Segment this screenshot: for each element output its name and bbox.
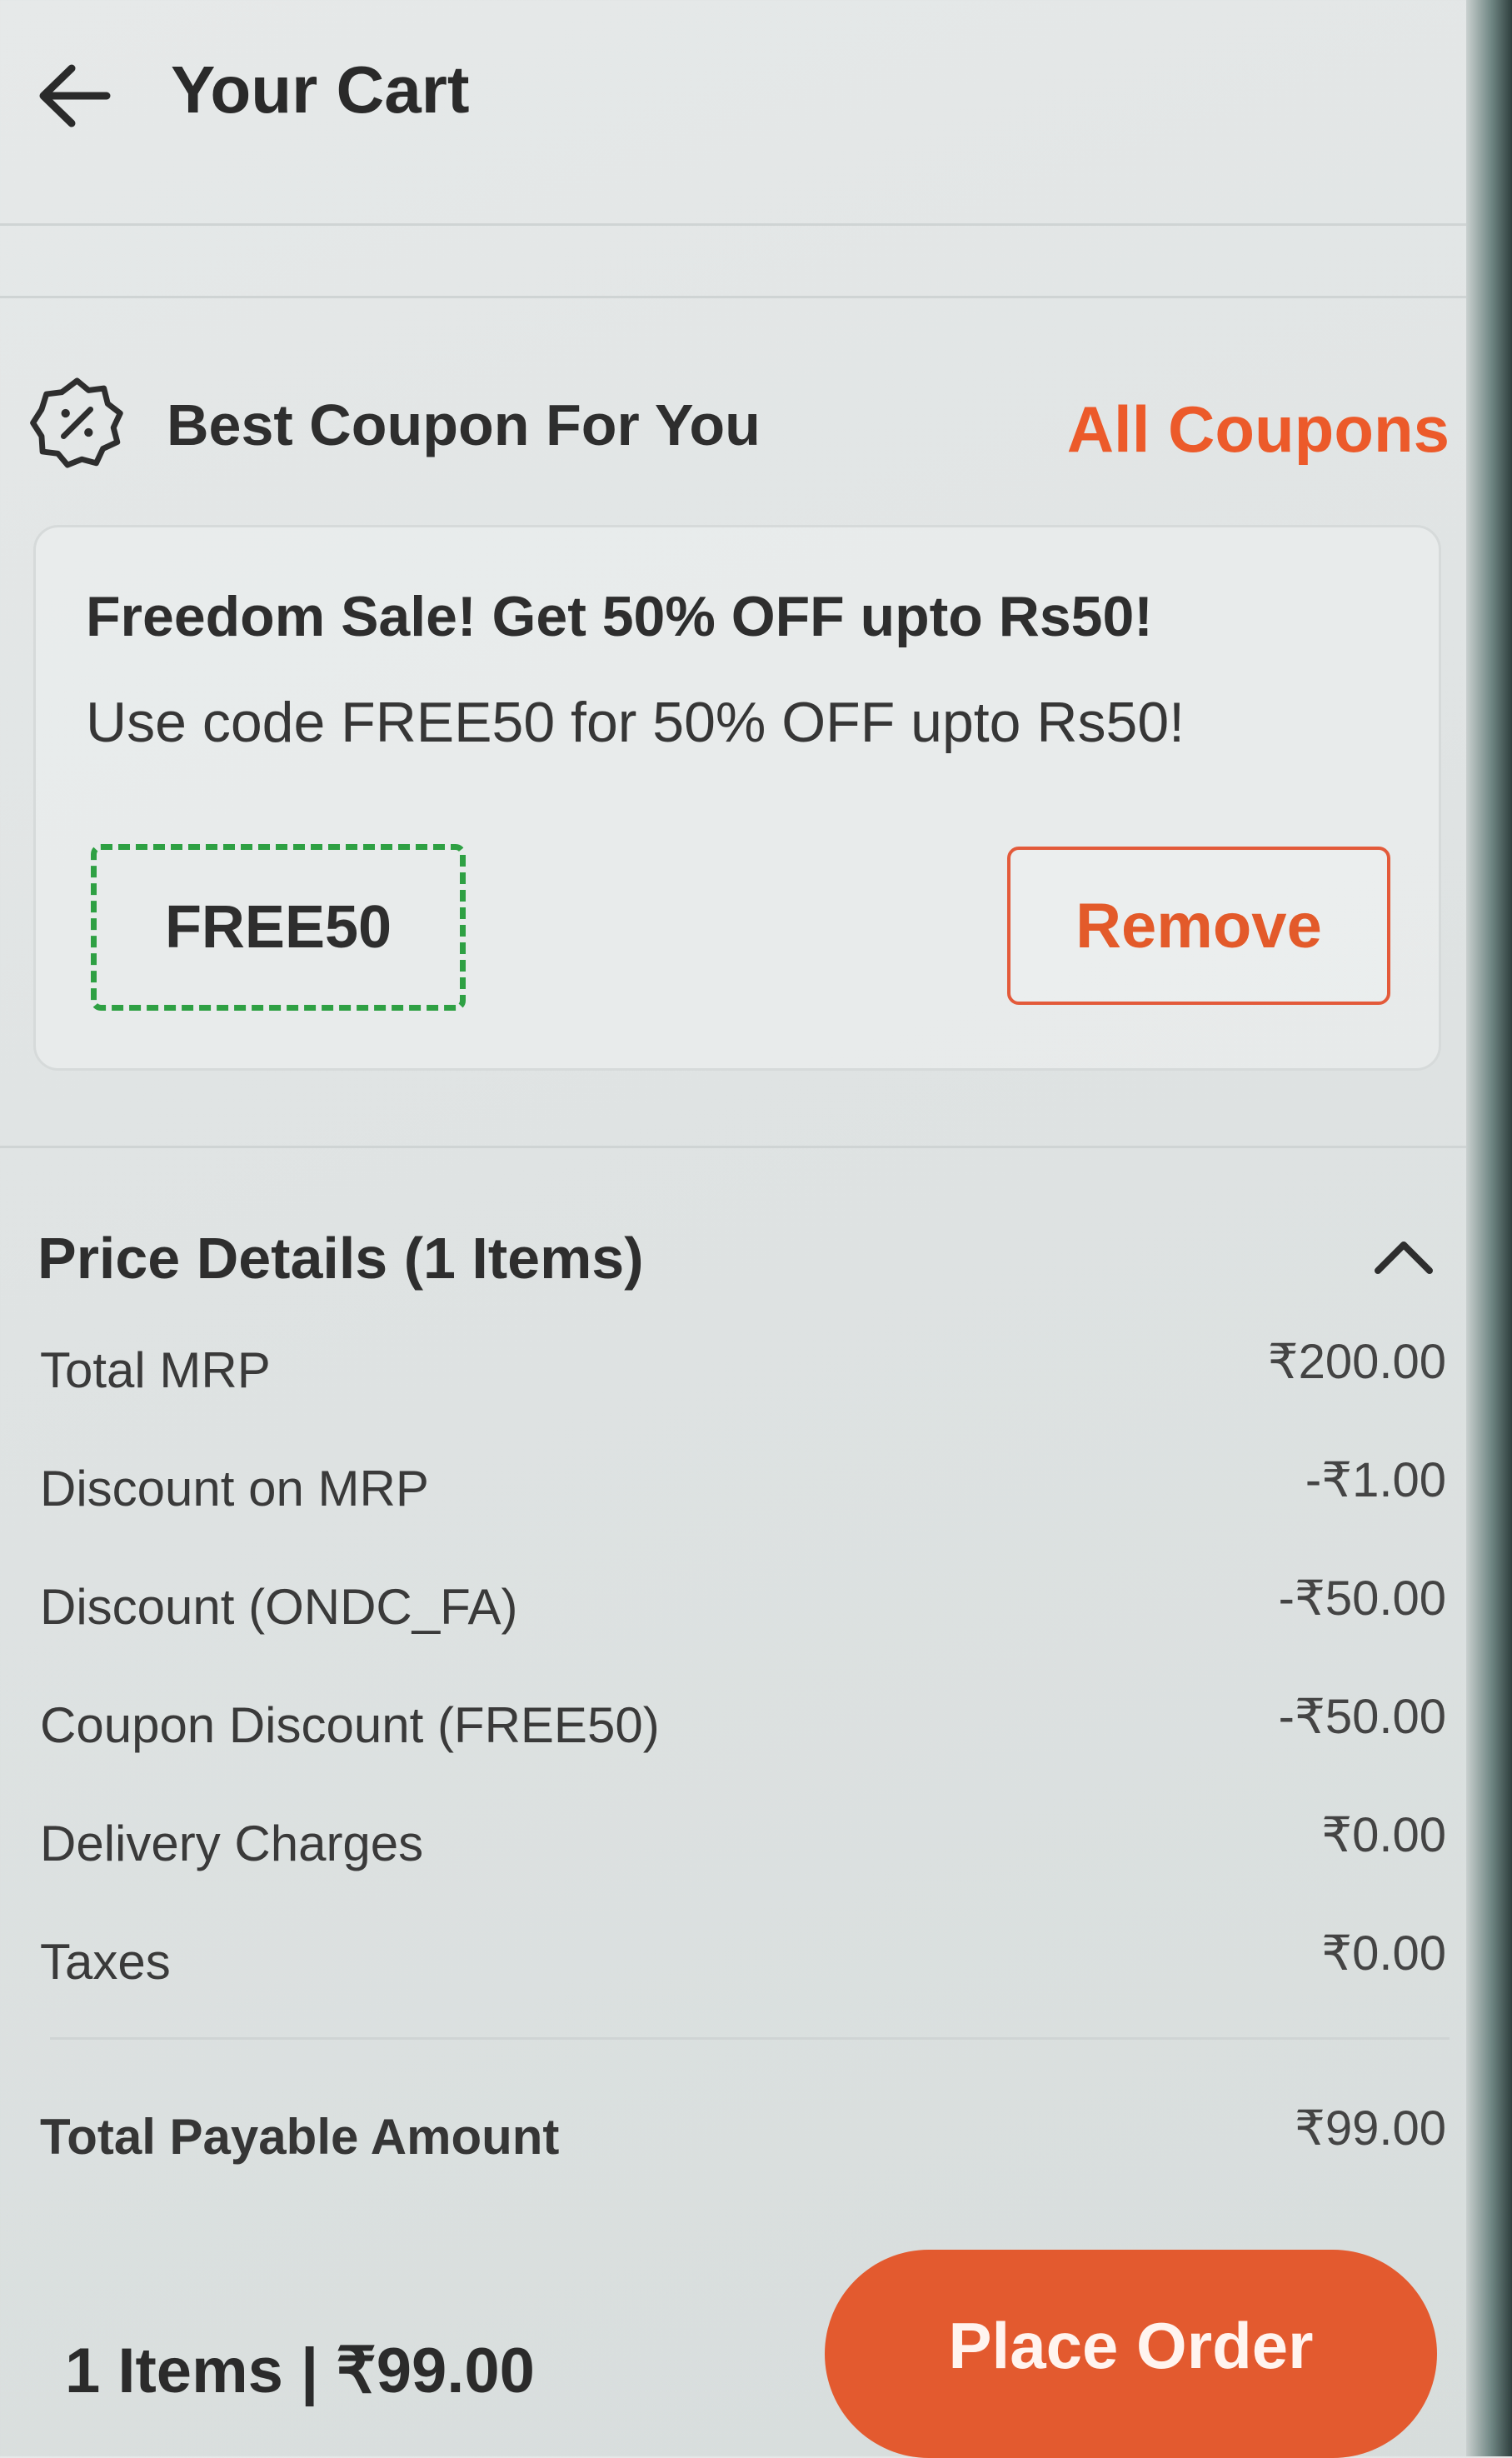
device-screen-edge [1466, 0, 1512, 2456]
price-label: Discount (ONDC_FA) [40, 1579, 518, 1635]
all-coupons-link[interactable]: All Coupons [1067, 392, 1450, 467]
arrow-left-icon [39, 64, 111, 127]
coupon-title: Freedom Sale! Get 50% OFF upto Rs50! [86, 585, 1153, 648]
coupon-description: Use code FREE50 for 50% OFF upto Rs50! [86, 691, 1185, 754]
price-row-coupon-discount: Coupon Discount (FREE50) -₹50.00 [40, 1688, 1446, 1763]
price-details-heading: Price Details (1 Items) [37, 1226, 644, 1291]
back-button[interactable] [33, 58, 117, 133]
price-row-total-payable: Total Payable Amount ₹99.00 [40, 2100, 1446, 2175]
cart-summary: 1 Items | ₹99.00 [65, 2336, 535, 2406]
total-payable-label: Total Payable Amount [40, 2109, 560, 2165]
price-row-taxes: Taxes ₹0.00 [40, 1925, 1446, 2000]
coupon-code: FREE50 [91, 844, 466, 1011]
remove-coupon-button[interactable]: Remove [1007, 847, 1390, 1005]
total-payable-value: ₹99.00 [1294, 2101, 1446, 2156]
price-details-section: Price Details (1 Items) Total MRP ₹200.0… [0, 1167, 1466, 2250]
price-row-discount-mrp: Discount on MRP -₹1.00 [40, 1451, 1446, 1526]
price-label: Discount on MRP [40, 1461, 429, 1516]
price-value: ₹200.00 [1267, 1335, 1446, 1389]
price-row-delivery: Delivery Charges ₹0.00 [40, 1806, 1446, 1881]
section-divider [0, 296, 1466, 298]
price-label: Taxes [40, 1934, 171, 1990]
checkout-bar: 1 Items | ₹99.00 Place Order [0, 2225, 1466, 2458]
price-label: Total MRP [40, 1342, 271, 1398]
price-value: -₹50.00 [1278, 1571, 1446, 1626]
price-label: Coupon Discount (FREE50) [40, 1697, 660, 1753]
price-row-discount-ondc: Discount (ONDC_FA) -₹50.00 [40, 1570, 1446, 1645]
total-divider [50, 2037, 1450, 2040]
section-divider [0, 1146, 1466, 1148]
discount-badge-icon [30, 377, 123, 468]
collapse-price-details-button[interactable] [1366, 1225, 1441, 1291]
price-row-total-mrp: Total MRP ₹200.00 [40, 1333, 1446, 1408]
chevron-up-icon [1375, 1241, 1433, 1274]
price-label: Delivery Charges [40, 1816, 424, 1871]
price-value: -₹1.00 [1305, 1453, 1446, 1507]
price-value: ₹0.00 [1321, 1926, 1446, 1981]
price-value: ₹0.00 [1321, 1808, 1446, 1862]
coupon-heading: Best Coupon For You [167, 392, 761, 457]
section-divider [0, 223, 1466, 226]
page-title: Your Cart [171, 52, 470, 127]
app-header: Your Cart [0, 0, 1466, 192]
coupon-section-header: Best Coupon For You All Coupons [25, 367, 1450, 483]
applied-coupon-card: Freedom Sale! Get 50% OFF upto Rs50! Use… [33, 525, 1441, 1071]
place-order-button[interactable]: Place Order [825, 2250, 1437, 2458]
price-value: -₹50.00 [1278, 1690, 1446, 1744]
